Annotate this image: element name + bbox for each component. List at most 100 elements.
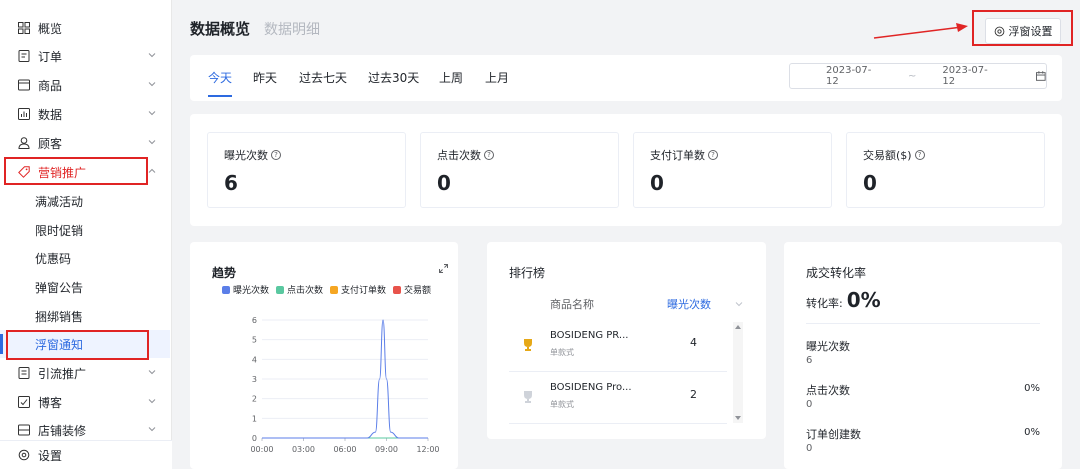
sidebar-item-label: 营销推广: [38, 165, 87, 180]
stat-card-revenue: 交易额($)? 0: [846, 132, 1045, 208]
box-icon: [17, 78, 31, 92]
sidebar-item-data[interactable]: 数据: [0, 100, 170, 128]
sidebar-item-products[interactable]: 商品: [0, 71, 170, 99]
sidebar-subitem-flash-sale[interactable]: 限时促销: [0, 216, 170, 244]
table-row[interactable]: BOSIDENG Pro... 单款式 2: [509, 372, 727, 424]
stat-label: 交易额($)?: [863, 147, 925, 163]
gear-icon: [994, 26, 1004, 36]
ranking-scrollbar[interactable]: [733, 322, 743, 423]
legend-label: 支付订单数: [341, 286, 387, 296]
date-start[interactable]: 2023-07-12: [826, 65, 882, 87]
help-icon[interactable]: ?: [708, 150, 718, 160]
blog-icon: [17, 395, 31, 409]
legend-label: 点击次数: [287, 286, 324, 296]
x-tick-label: 06:00: [333, 445, 356, 454]
tab-last-month[interactable]: 上月: [485, 69, 509, 86]
ranking-header: 商品名称 曝光次数: [509, 286, 745, 320]
conversion-title: 成交转化率: [806, 266, 867, 280]
sidebar-subitem-float-notice[interactable]: 浮窗通知: [0, 330, 170, 358]
tab-last-7-days[interactable]: 过去七天: [299, 69, 347, 86]
sidebar-item-overview[interactable]: 概览: [0, 14, 170, 42]
legend-item[interactable]: 点击次数: [276, 283, 323, 296]
col-exposure-sort[interactable]: 曝光次数: [667, 296, 711, 312]
legend-item[interactable]: 曝光次数: [222, 283, 269, 296]
sidebar-item-label: 顾客: [38, 136, 63, 151]
chevron-down-icon[interactable]: [735, 300, 743, 308]
sidebar-item-customers[interactable]: 顾客: [0, 129, 170, 157]
date-separator: ~: [907, 70, 917, 82]
x-tick-label: 12:00: [416, 445, 439, 454]
gold-trophy-icon: [524, 339, 532, 351]
chevron-down-icon: [148, 111, 156, 116]
legend-item[interactable]: 交易额: [393, 283, 431, 296]
stat-label: 点击次数?: [437, 147, 494, 163]
stat-label: 支付订单数?: [650, 147, 718, 163]
x-tick-label: 00:00: [250, 445, 273, 454]
sidebar-item-traffic[interactable]: 引流推广: [0, 359, 170, 387]
help-icon[interactable]: ?: [271, 150, 281, 160]
chevron-up-icon: [148, 168, 156, 173]
traffic-icon: [17, 366, 31, 380]
product-name: BOSIDENG Pro...: [550, 382, 632, 393]
date-end[interactable]: 2023-07-12: [942, 65, 998, 87]
stat-value: 0: [650, 171, 664, 195]
bar-chart-icon: [17, 107, 31, 121]
product-exposure: 2: [690, 388, 697, 401]
date-range-picker[interactable]: 2023-07-12 ~ 2023-07-12: [789, 63, 1047, 89]
user-icon: [17, 136, 31, 150]
sidebar-item-settings[interactable]: 设置: [0, 440, 172, 469]
chevron-down-icon: [148, 399, 156, 404]
sidebar-subitem-discount[interactable]: 满减活动: [0, 187, 170, 215]
sidebar-subitem-popup[interactable]: 弹窗公告: [0, 273, 170, 301]
chart-legend: 曝光次数 点击次数 支付订单数 交易额: [222, 283, 431, 296]
conv-orders-created-value: 0: [806, 443, 813, 454]
chevron-down-icon: [148, 427, 156, 432]
conversion-rate: 转化率: 0%: [806, 288, 881, 312]
scroll-down-icon[interactable]: [735, 416, 741, 421]
stat-value: 0: [863, 171, 877, 195]
conv-exposure-label: 曝光次数: [806, 340, 850, 353]
sidebar: 概览 订单 商品 数据 顾客 营销推广 满减活动 限时促销 优惠码 弹窗公告 捆…: [0, 0, 172, 469]
annotation-arrow: [873, 23, 968, 39]
tab-last-30-days[interactable]: 过去30天: [368, 69, 419, 86]
conv-clicks-value: 0: [806, 399, 813, 410]
sidebar-item-orders[interactable]: 订单: [0, 42, 170, 70]
stat-card-clicks: 点击次数? 0: [420, 132, 619, 208]
float-settings-label: 浮窗设置: [1008, 25, 1053, 38]
legend-item[interactable]: 支付订单数: [330, 283, 386, 296]
sidebar-subitem-bundle[interactable]: 捆绑销售: [0, 302, 170, 330]
scroll-up-icon[interactable]: [735, 324, 741, 329]
float-settings-button[interactable]: 浮窗设置: [985, 18, 1061, 44]
y-tick-label: 3: [252, 375, 257, 384]
sidebar-item-label: 商品: [38, 78, 63, 93]
stat-card-exposure: 曝光次数? 6: [207, 132, 406, 208]
y-tick-label: 4: [252, 355, 257, 364]
sidebar-item-blog[interactable]: 博客: [0, 388, 170, 416]
help-icon[interactable]: ?: [484, 150, 494, 160]
conversion-rate-label: 转化率:: [806, 297, 843, 310]
conv-clicks-label: 点击次数: [806, 384, 850, 397]
grid-icon: [17, 21, 31, 35]
tag-icon: [17, 165, 31, 179]
tab-data-detail[interactable]: 数据明细: [264, 19, 320, 39]
legend-label: 曝光次数: [233, 286, 270, 296]
sidebar-item-label: 店铺装修: [38, 423, 87, 438]
y-tick-label: 1: [252, 414, 257, 423]
help-icon[interactable]: ?: [914, 150, 925, 160]
expand-icon[interactable]: [439, 264, 448, 273]
table-row[interactable]: BOSIDENG PR... 单款式 4: [509, 320, 727, 372]
sidebar-item-marketing[interactable]: 营销推广: [0, 158, 170, 186]
trend-chart: 0 1 2 3 4 5 6 00:00 03:00 06:00 09:00 12:00: [250, 316, 439, 454]
stat-label-text: 点击次数: [437, 149, 481, 162]
tab-today[interactable]: 今天: [208, 69, 232, 86]
sidebar-subitem-coupon[interactable]: 优惠码: [0, 244, 170, 272]
tab-yesterday[interactable]: 昨天: [253, 69, 277, 86]
stat-value: 0: [437, 171, 451, 195]
product-exposure: 4: [690, 336, 697, 349]
gear-icon: [17, 448, 31, 462]
page-title[interactable]: 数据概览: [190, 18, 250, 39]
tab-last-week[interactable]: 上周: [439, 69, 463, 86]
calendar-icon[interactable]: [1036, 71, 1046, 81]
conversion-card: 成交转化率 转化率: 0% 曝光次数 6 点击次数 0% 0 订单创建数 0% …: [784, 242, 1062, 469]
stat-label-text: 支付订单数: [650, 149, 705, 162]
